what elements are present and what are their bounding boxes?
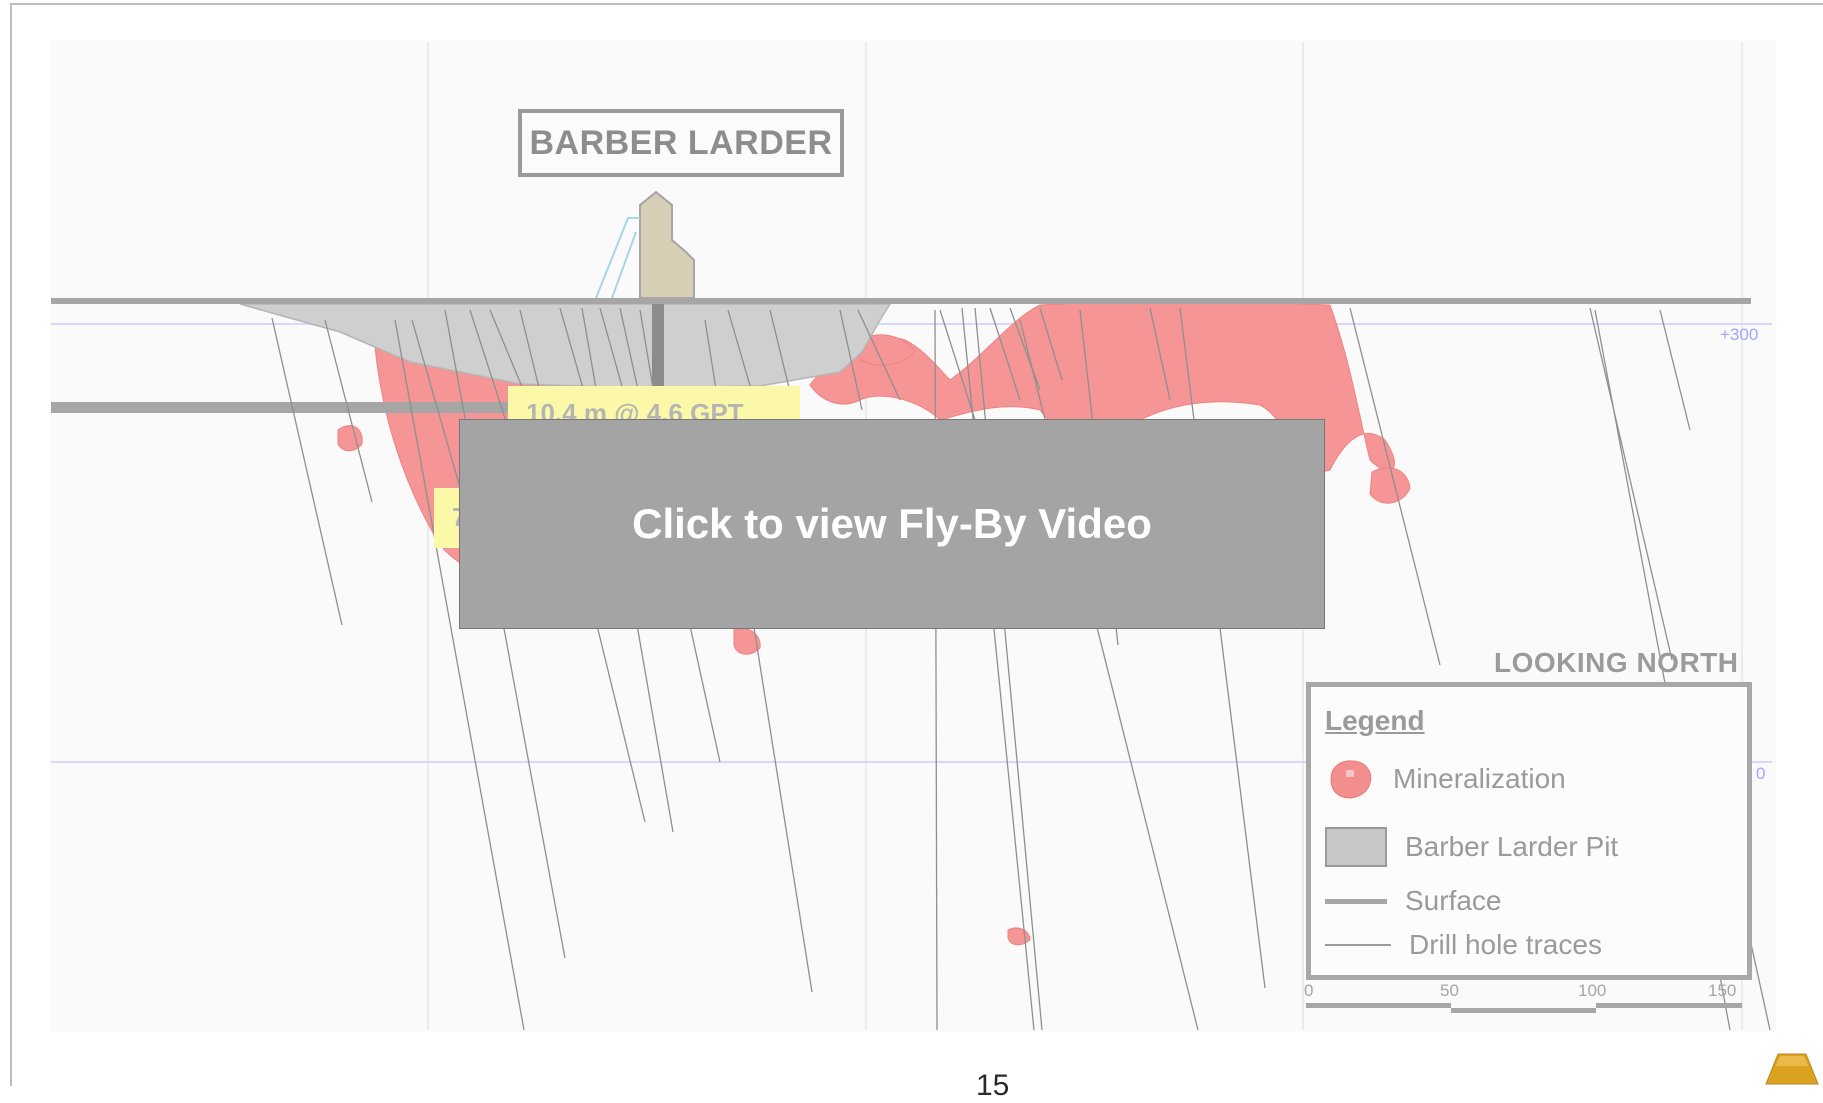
legend-item-drill: Drill hole traces [1325, 923, 1602, 967]
legend-item-mineralization: Mineralization [1325, 757, 1566, 801]
legend-title: Legend [1325, 705, 1425, 736]
scale-tick: 50 [1440, 981, 1459, 1000]
shaft [652, 300, 664, 388]
legend-label-pit: Barber Larder Pit [1405, 831, 1619, 862]
elevation-label-upper: +300 [1720, 325, 1759, 344]
page-number: 15 [976, 1069, 1010, 1102]
scale-bar [1306, 1003, 1742, 1013]
barber-larder-pit [239, 303, 892, 389]
legend-item-pit: Barber Larder Pit [1325, 825, 1618, 869]
legend-label-surface: Surface [1405, 885, 1502, 916]
scale-tick: 0 [1304, 981, 1314, 1000]
gold-bar-icon [1764, 1050, 1820, 1091]
legend: Legend Mineralization Barber Larder Pit … [1306, 682, 1752, 980]
scale-tick: 150 [1708, 981, 1737, 1000]
pit-swatch-icon [1325, 827, 1387, 867]
underground-drift [51, 402, 511, 413]
surface-line-icon [1325, 898, 1387, 904]
fly-by-video-button[interactable]: Click to view Fly-By Video [459, 419, 1325, 629]
headframe-structure [595, 190, 695, 299]
barber-larder-label: BARBER LARDER [518, 109, 844, 177]
legend-label-mineralization: Mineralization [1393, 763, 1566, 794]
scale-tick: 100 [1578, 981, 1607, 1000]
elevation-label-lower: 0 [1756, 764, 1766, 783]
surface-line [51, 298, 1751, 304]
mineralization-blob-icon [1325, 757, 1375, 801]
legend-label-drill: Drill hole traces [1409, 929, 1602, 960]
legend-item-surface: Surface [1325, 879, 1502, 923]
drill-trace-icon [1325, 944, 1391, 946]
orientation-label: LOOKING NORTH [1494, 647, 1739, 678]
